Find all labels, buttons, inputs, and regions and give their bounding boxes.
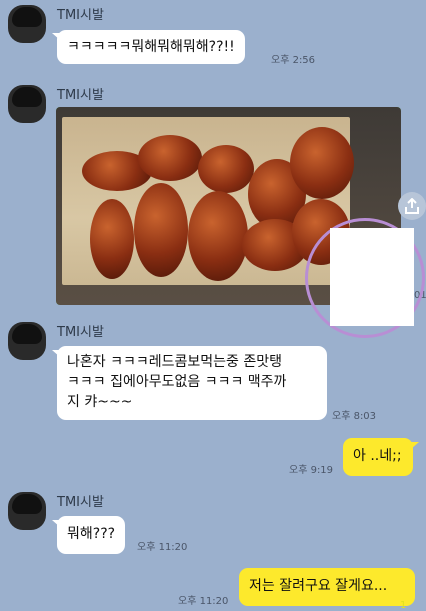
message-bubble[interactable]: ㅋㅋㅋㅋㅋ뭐해뭐해뭐해??!! <box>57 30 245 64</box>
my-message-bubble[interactable]: 아 ..네;; <box>343 438 413 476</box>
unread-count: 1 <box>400 600 407 611</box>
avatar[interactable] <box>8 492 46 530</box>
message-time: 오후 11:20 <box>178 596 229 607</box>
message-time: 오후 9:19 <box>289 465 334 476</box>
message-bubble[interactable]: 나혼자 ㅋㅋㅋ레드콤보먹는중 존맛탱 ㅋㅋㅋ 집에아무도없음 ㅋㅋㅋ 맥주까 지… <box>57 346 327 420</box>
avatar[interactable] <box>8 85 46 123</box>
sender-name: TMI시발 <box>57 495 104 510</box>
share-button[interactable] <box>398 192 426 220</box>
message-time: 오후 2:56 <box>271 55 316 66</box>
avatar[interactable] <box>8 5 46 43</box>
sender-name: TMI시발 <box>57 8 104 23</box>
sender-name: TMI시발 <box>57 325 104 340</box>
bubble-tail <box>411 442 419 449</box>
message-time: 오후 11:20 <box>137 542 188 553</box>
message-bubble[interactable]: 뭐해??? <box>57 516 126 554</box>
share-icon <box>405 198 419 214</box>
redaction-box <box>330 228 414 326</box>
sender-name: TMI시발 <box>57 88 104 103</box>
message-time: 오후 8:03 <box>332 411 377 422</box>
avatar[interactable] <box>8 322 46 360</box>
my-message-bubble[interactable]: 저는 잘려구요 잘게요... <box>239 568 415 606</box>
